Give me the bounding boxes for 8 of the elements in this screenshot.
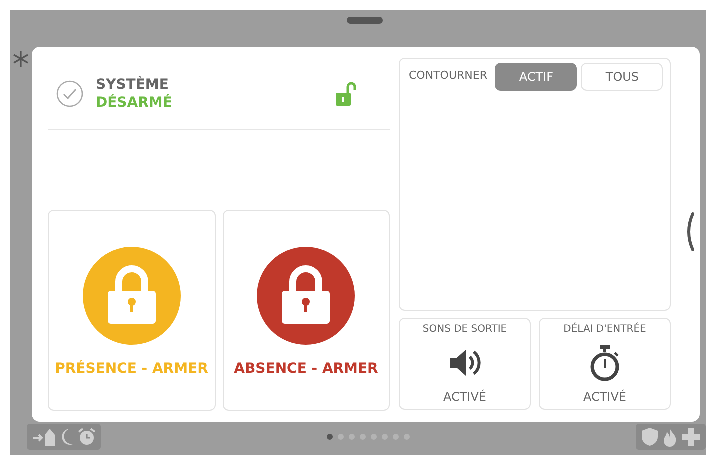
filter-tab[interactable]: TOUS xyxy=(581,63,664,91)
system-status: DÉSARMÉ xyxy=(96,94,172,112)
entry-delay-tile[interactable]: DÉLAI D'ENTRÉE ACTIVÉ xyxy=(539,318,671,410)
bypass-label: CONTOURNER xyxy=(408,68,488,84)
exit-sounds-tile[interactable]: SONS DE SORTIE ACTIVÉ xyxy=(399,318,531,410)
arm-button[interactable]: ABSENCE - ARMER xyxy=(222,210,390,411)
filter-tab[interactable]: ACTIF xyxy=(495,63,578,91)
system-label: SYSTÈME xyxy=(96,76,170,94)
